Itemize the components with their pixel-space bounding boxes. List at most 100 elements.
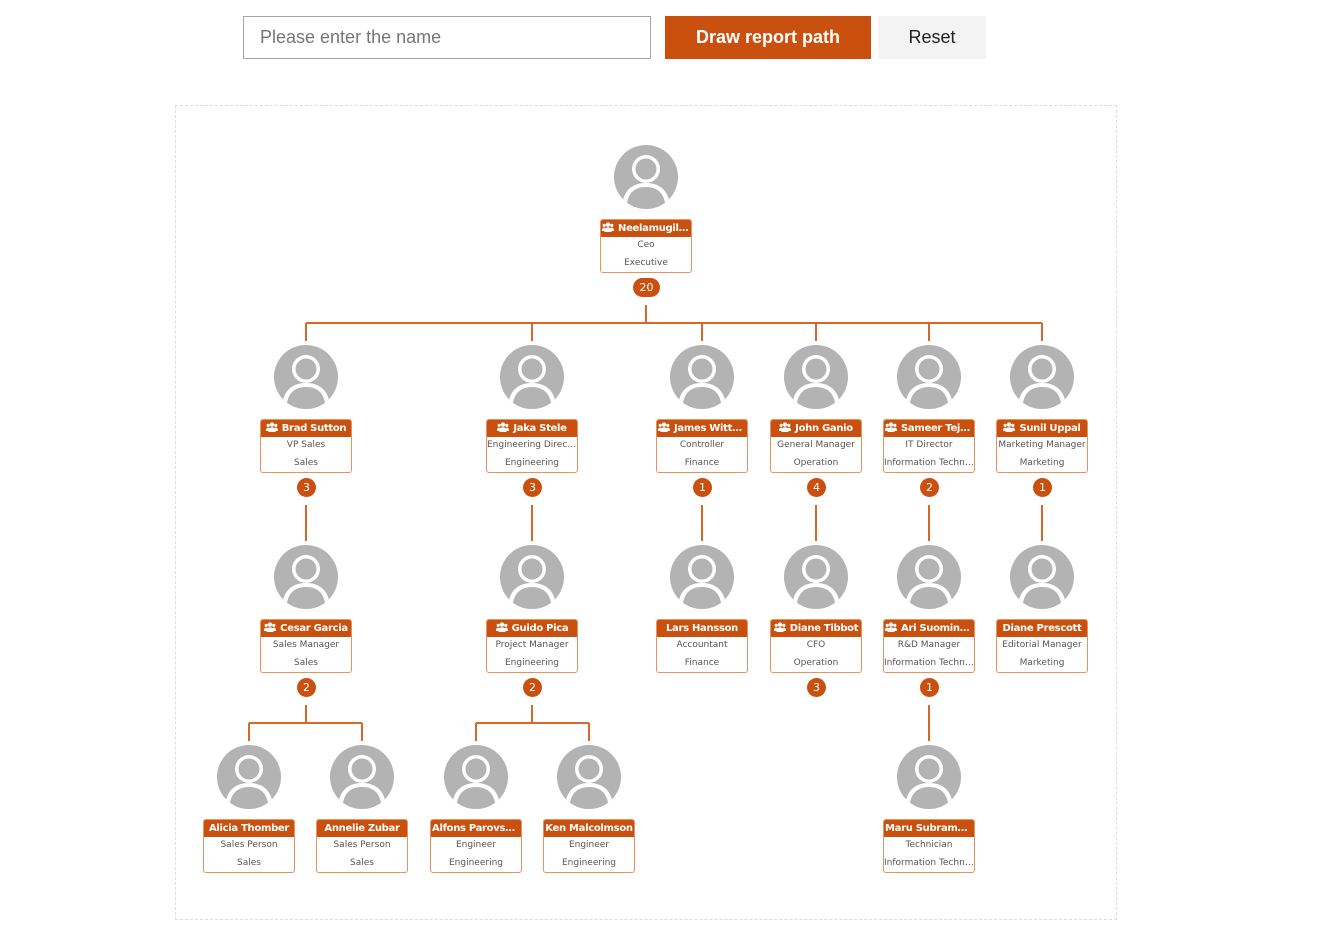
employee-name: Ken Malcolmson (544, 820, 634, 837)
employee-department: Marketing (1019, 657, 1065, 668)
employee-name-text: Neelamugilan... (618, 223, 691, 234)
employee-title: Project Manager (495, 640, 569, 650)
direct-reports-badge[interactable]: 2 (920, 478, 939, 497)
reset-button[interactable]: Reset (878, 16, 986, 59)
team-icon (264, 621, 277, 632)
employee-title: Sales Person (220, 840, 278, 850)
employee-name: Jaka Stele (487, 420, 577, 437)
employee-title: Sales Manager (272, 640, 340, 650)
employee-title: IT Director (905, 440, 953, 450)
direct-reports-badge[interactable]: 1 (920, 678, 939, 697)
employee-name-text: Ari Suominen (901, 623, 974, 634)
employee-name: John Ganio (771, 420, 861, 437)
employee-name: Alfons Parovszky (431, 820, 521, 837)
draw-report-path-button[interactable]: Draw report path (665, 16, 871, 59)
direct-reports-badge[interactable]: 20 (633, 278, 660, 297)
direct-reports-badge[interactable]: 3 (523, 478, 542, 497)
employee-name-text: Alicia Thomber (208, 823, 290, 834)
employee-title: Technician (905, 840, 953, 850)
direct-reports-badge[interactable]: 2 (297, 678, 316, 697)
employee-card[interactable]: Alicia Thomber Sales Person Sales (203, 819, 295, 873)
employee-card[interactable]: Annelie Zubar Sales Person Sales (316, 819, 408, 873)
org-node[interactable]: Cesar Garcia Sales Manager Sales 2 (260, 545, 352, 705)
employee-name-text: Brad Sutton (281, 423, 347, 434)
person-placeholder-icon (784, 345, 848, 409)
person-placeholder-icon (670, 545, 734, 609)
person-placeholder-icon (670, 345, 734, 409)
employee-card[interactable]: Maru Subramani Technician Information Tech… (883, 819, 975, 873)
team-icon (885, 621, 897, 632)
org-node[interactable]: Ari Suominen R&D Manager Information Techn… (883, 545, 975, 705)
org-node[interactable]: Brad Sutton VP Sales Sales 3 (260, 345, 352, 505)
employee-title: General Manager (777, 440, 855, 450)
employee-card[interactable]: Lars Hansson Accountant Finance (656, 619, 748, 673)
org-node[interactable]: Maru Subramani Technician Information Tech… (883, 745, 975, 905)
direct-reports-badge[interactable]: 4 (807, 478, 826, 497)
direct-reports-badge[interactable]: 1 (1033, 478, 1052, 497)
person-placeholder-icon (897, 345, 961, 409)
employee-card[interactable]: Cesar Garcia Sales Manager Sales (260, 619, 352, 673)
employee-name: Annelie Zubar (317, 820, 407, 837)
org-node[interactable]: Guido Pica Project Manager Engineering 2 (486, 545, 578, 705)
employee-title: Engineering Director (487, 440, 577, 450)
employee-card[interactable]: Alfons Parovszky Engineer Engineering (430, 819, 522, 873)
employee-name-text: Guido Pica (511, 623, 569, 634)
employee-name: Guido Pica (487, 620, 577, 637)
employee-card[interactable]: Diane Tibbot CFO Operation (770, 619, 862, 673)
org-node[interactable]: Lars Hansson Accountant Finance (656, 545, 748, 705)
employee-card[interactable]: Neelamugilan... Ceo Executive (600, 219, 692, 273)
employee-name-text: James Wittrell (674, 423, 747, 434)
org-node[interactable]: Sameer Tejani IT Director Information Tech… (883, 345, 975, 505)
employee-card[interactable]: Brad Sutton VP Sales Sales (260, 419, 352, 473)
employee-card[interactable]: Ari Suominen R&D Manager Information Techn… (883, 619, 975, 673)
employee-card[interactable]: Sunil Uppal Marketing Manager Marketing (996, 419, 1088, 473)
direct-reports-badge[interactable]: 3 (807, 678, 826, 697)
employee-name-text: Annelie Zubar (324, 823, 400, 834)
employee-title: Ceo (637, 240, 655, 250)
employee-title: Marketing Manager (998, 440, 1086, 450)
team-icon (773, 621, 786, 632)
team-icon (497, 421, 510, 432)
person-placeholder-icon (614, 145, 678, 209)
employee-department: Finance (684, 657, 720, 668)
direct-reports-badge[interactable]: 1 (693, 478, 712, 497)
employee-card[interactable]: Jaka Stele Engineering Director Engineerin… (486, 419, 578, 473)
team-icon (658, 421, 670, 432)
org-node[interactable]: Diane Tibbot CFO Operation 3 (770, 545, 862, 705)
employee-department: Engineering (505, 457, 559, 468)
employee-name: Diane Tibbot (771, 620, 861, 637)
employee-card[interactable]: Ken Malcolmson Engineer Engineering (543, 819, 635, 873)
org-node[interactable]: Ken Malcolmson Engineer Engineering (543, 745, 635, 905)
org-node[interactable]: Alfons Parovszky Engineer Engineering (430, 745, 522, 905)
org-node[interactable]: Neelamugilan... Ceo Executive 20 (600, 145, 692, 305)
employee-card[interactable]: James Wittrell Controller Finance (656, 419, 748, 473)
person-placeholder-icon (444, 745, 508, 809)
employee-title: Editorial Manager (1002, 640, 1082, 650)
employee-name-text: Sunil Uppal (1019, 423, 1081, 434)
person-placeholder-icon (274, 545, 338, 609)
org-node[interactable]: Diane Prescott Editorial Manager Marketing (996, 545, 1088, 705)
org-node[interactable]: James Wittrell Controller Finance 1 (656, 345, 748, 505)
employee-name-text: Diane Prescott (1002, 623, 1082, 634)
direct-reports-badge[interactable]: 2 (523, 678, 542, 697)
employee-name: Sunil Uppal (997, 420, 1087, 437)
employee-department: Information Techno... (884, 857, 974, 868)
org-node[interactable]: Alicia Thomber Sales Person Sales (203, 745, 295, 905)
org-node[interactable]: Jaka Stele Engineering Director Engineerin… (486, 345, 578, 505)
employee-card[interactable]: John Ganio General Manager Operation (770, 419, 862, 473)
employee-card[interactable]: Sameer Tejani IT Director Information Tech… (883, 419, 975, 473)
direct-reports-badge[interactable]: 3 (297, 478, 316, 497)
employee-department: Marketing (1019, 457, 1065, 468)
employee-department: Engineering (562, 857, 616, 868)
person-placeholder-icon (557, 745, 621, 809)
employee-name-text: Maru Subramani (885, 823, 974, 834)
name-search-input[interactable] (243, 16, 651, 59)
org-node[interactable]: Annelie Zubar Sales Person Sales (316, 745, 408, 905)
org-node[interactable]: John Ganio General Manager Operation 4 (770, 345, 862, 505)
team-icon (1003, 421, 1016, 432)
org-node[interactable]: Sunil Uppal Marketing Manager Marketing 1 (996, 345, 1088, 505)
employee-card[interactable]: Diane Prescott Editorial Manager Marketing (996, 619, 1088, 673)
employee-card[interactable]: Guido Pica Project Manager Engineering (486, 619, 578, 673)
employee-title: Engineer (455, 840, 497, 850)
employee-name-text: Jaka Stele (513, 423, 567, 434)
